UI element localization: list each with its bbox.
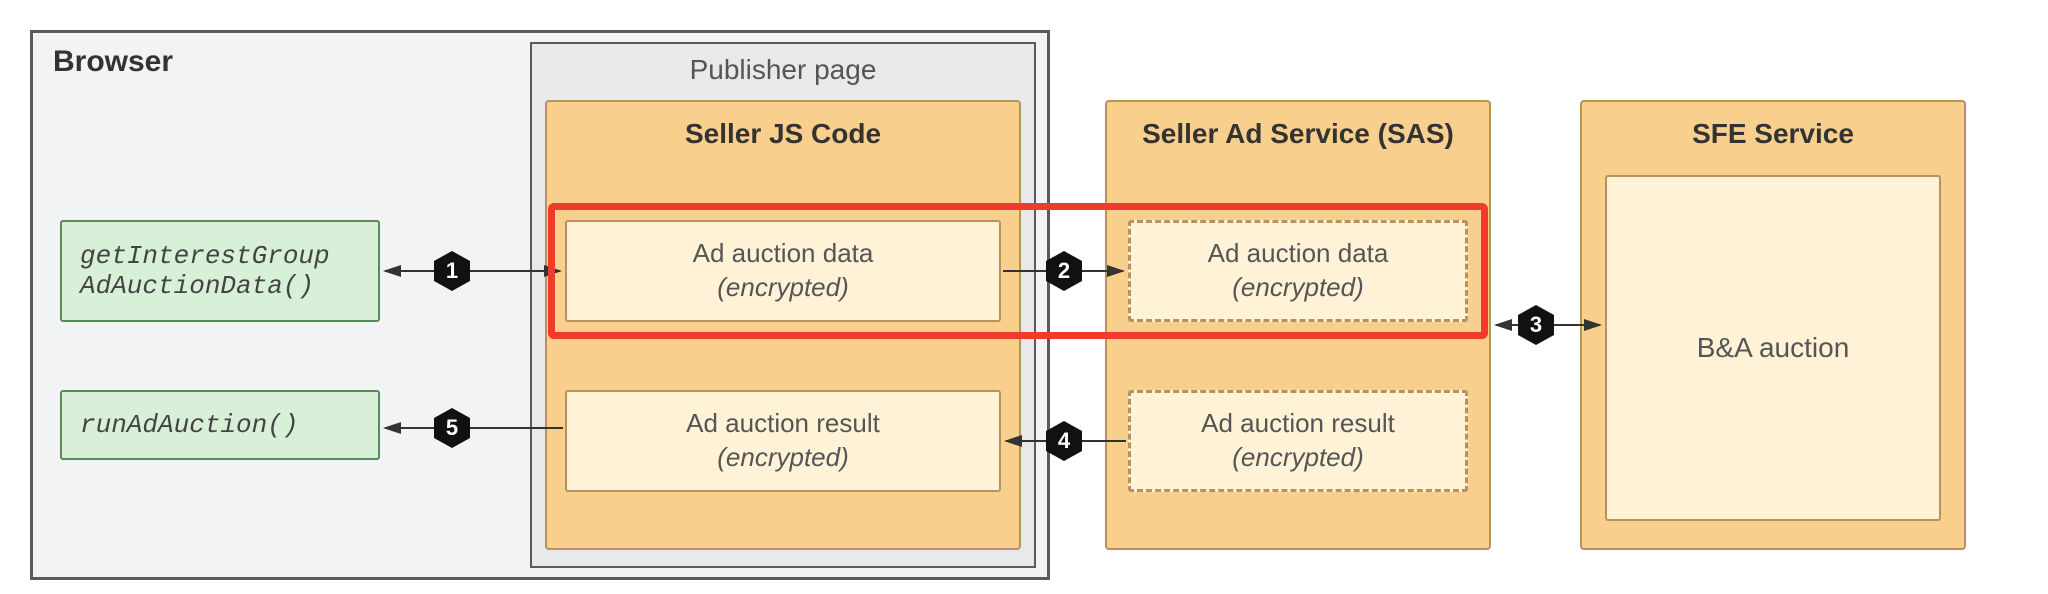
step-4-number: 4: [1058, 428, 1070, 454]
ba-auction-box: B&A auction: [1605, 175, 1941, 521]
seller-js-title: Seller JS Code: [547, 102, 1019, 160]
ad-result-label: Ad auction result: [1201, 407, 1395, 441]
step-badge-2: 2: [1042, 249, 1086, 293]
run-ad-auction-api-box: runAdAuction(): [60, 390, 380, 460]
ad-data-label: Ad auction data: [693, 237, 874, 271]
get-interest-group-api-box: getInterestGroup AdAuctionData(): [60, 220, 380, 322]
encrypted-sub: (encrypted): [1232, 441, 1364, 475]
step-badge-4: 4: [1042, 419, 1086, 463]
ba-auction-label: B&A auction: [1697, 330, 1850, 366]
encrypted-sub: (encrypted): [717, 271, 849, 305]
api-line1: getInterestGroup: [80, 241, 330, 271]
ad-auction-result-js-box: Ad auction result (encrypted): [565, 390, 1001, 492]
seller-sas-title: Seller Ad Service (SAS): [1107, 102, 1489, 160]
step-5-number: 5: [446, 415, 458, 441]
step-1-number: 1: [446, 258, 458, 284]
encrypted-sub: (encrypted): [1232, 271, 1364, 305]
ad-auction-data-js-box: Ad auction data (encrypted): [565, 220, 1001, 322]
step-badge-3: 3: [1514, 303, 1558, 347]
browser-label: Browser: [53, 45, 173, 79]
step-2-number: 2: [1058, 258, 1070, 284]
publisher-page-label: Publisher page: [690, 54, 877, 86]
diagram-root: Browser Publisher page Seller JS Code Se…: [20, 20, 2028, 574]
ad-result-label: Ad auction result: [686, 407, 880, 441]
ad-auction-data-sas-box: Ad auction data (encrypted): [1128, 220, 1468, 322]
run-ad-auction-label: runAdAuction(): [80, 410, 298, 440]
step-3-number: 3: [1530, 312, 1542, 338]
step-badge-5: 5: [430, 406, 474, 450]
encrypted-sub: (encrypted): [717, 441, 849, 475]
sfe-title: SFE Service: [1582, 102, 1964, 160]
api-line2: AdAuctionData(): [80, 271, 314, 301]
step-badge-1: 1: [430, 249, 474, 293]
ad-data-label: Ad auction data: [1208, 237, 1389, 271]
ad-auction-result-sas-box: Ad auction result (encrypted): [1128, 390, 1468, 492]
